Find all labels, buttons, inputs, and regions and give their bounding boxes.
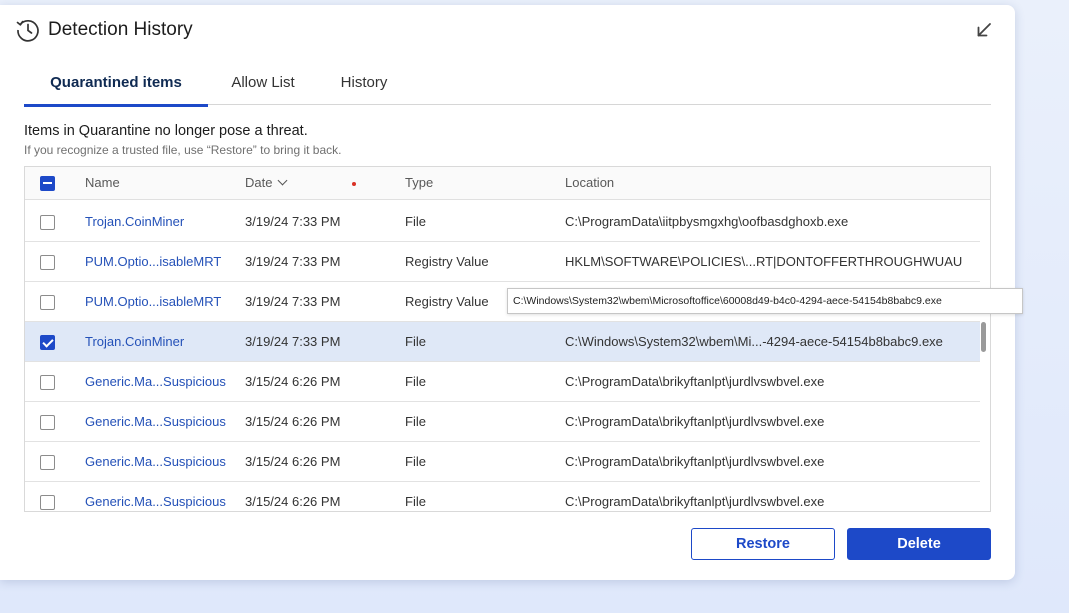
chevron-down-icon	[278, 175, 288, 186]
row-checkbox[interactable]	[40, 415, 55, 430]
location-tooltip: C:\Windows\System32\wbem\Microsoftoffice…	[507, 288, 1023, 314]
detection-date: 3/15/24 6:26 PM	[245, 494, 341, 509]
threat-type: File	[405, 374, 426, 389]
threat-location: C:\ProgramData\brikyftanlpt\jurdlvswbvel…	[565, 414, 825, 429]
select-all-checkbox[interactable]	[40, 176, 55, 191]
tab-allow-list[interactable]: Allow List	[220, 63, 306, 105]
quarantine-info-text: Items in Quarantine no longer pose a thr…	[24, 123, 308, 139]
threat-type: File	[405, 414, 426, 429]
threat-type: File	[405, 214, 426, 229]
threat-name-link[interactable]: Generic.Ma...Suspicious	[85, 402, 226, 442]
title-bar: Detection History	[0, 5, 1015, 55]
threat-type: File	[405, 494, 426, 509]
table-row-selected[interactable]: Trojan.CoinMiner 3/19/24 7:33 PM File C:…	[25, 322, 980, 362]
table-header: Name Date Type Location	[25, 167, 990, 200]
threat-name-link[interactable]: PUM.Optio...isableMRT	[85, 242, 221, 282]
row-checkbox[interactable]	[40, 375, 55, 390]
row-checkbox[interactable]	[40, 255, 55, 270]
threat-location: C:\ProgramData\brikyftanlpt\jurdlvswbvel…	[565, 494, 825, 509]
restore-button[interactable]: Restore	[691, 528, 835, 560]
threat-type: Registry Value	[405, 294, 489, 309]
quarantine-table: Name Date Type Location Trojan.CoinMiner…	[24, 166, 991, 512]
column-header-name[interactable]: Name	[85, 167, 120, 199]
threat-name-link[interactable]: Generic.Ma...Suspicious	[85, 482, 226, 511]
table-row[interactable]: Trojan.CoinMiner 3/19/24 7:33 PM File C:…	[25, 202, 980, 242]
detection-date: 3/15/24 6:26 PM	[245, 454, 341, 469]
threat-location: C:\ProgramData\brikyftanlpt\jurdlvswbvel…	[565, 374, 825, 389]
row-checkbox-checked[interactable]	[40, 335, 55, 350]
table-row[interactable]: Generic.Ma...Suspicious 3/15/24 6:26 PM …	[25, 362, 980, 402]
row-checkbox[interactable]	[40, 455, 55, 470]
row-checkbox[interactable]	[40, 215, 55, 230]
threat-name-link[interactable]: PUM.Optio...isableMRT	[85, 282, 221, 322]
threat-name-link[interactable]: Generic.Ma...Suspicious	[85, 362, 226, 402]
table-scrollbar[interactable]	[981, 322, 986, 352]
detection-date: 3/19/24 7:33 PM	[245, 294, 341, 309]
threat-name-link[interactable]: Trojan.CoinMiner	[85, 202, 184, 242]
threat-location: C:\ProgramData\brikyftanlpt\jurdlvswbvel…	[565, 454, 825, 469]
table-row[interactable]: Generic.Ma...Suspicious 3/15/24 6:26 PM …	[25, 482, 980, 511]
threat-location: C:\Windows\System32\wbem\Mi...-4294-aece…	[565, 334, 943, 349]
quarantine-hint-text: If you recognize a trusted file, use “Re…	[24, 143, 342, 157]
threat-type: File	[405, 334, 426, 349]
table-row[interactable]: PUM.Optio...isableMRT 3/19/24 7:33 PM Re…	[25, 242, 980, 282]
tab-history[interactable]: History	[330, 63, 398, 105]
detection-date: 3/19/24 7:33 PM	[245, 254, 341, 269]
table-row[interactable]: Generic.Ma...Suspicious 3/15/24 6:26 PM …	[25, 442, 980, 482]
history-clock-icon	[16, 20, 39, 42]
column-header-date-label: Date	[245, 175, 273, 190]
row-checkbox[interactable]	[40, 495, 55, 510]
column-header-date[interactable]: Date	[245, 167, 288, 199]
threat-location: C:\ProgramData\iitpbysmgxhg\oofbasdghoxb…	[565, 214, 849, 229]
detection-date: 3/19/24 7:33 PM	[245, 214, 341, 229]
delete-button[interactable]: Delete	[847, 528, 991, 560]
row-checkbox[interactable]	[40, 295, 55, 310]
threat-type: Registry Value	[405, 254, 489, 269]
sort-indicator-dot	[352, 182, 356, 186]
detection-date: 3/15/24 6:26 PM	[245, 414, 341, 429]
threat-location: HKLM\SOFTWARE\POLICIES\...RT|DONTOFFERTH…	[565, 254, 963, 269]
threat-name-link[interactable]: Generic.Ma...Suspicious	[85, 442, 226, 482]
page-title: Detection History	[48, 19, 193, 40]
column-header-location[interactable]: Location	[565, 167, 614, 199]
tab-quarantined-items[interactable]: Quarantined items	[24, 63, 208, 107]
detection-date: 3/15/24 6:26 PM	[245, 374, 341, 389]
tab-bar: Quarantined items Allow List History	[24, 63, 991, 107]
detection-date: 3/19/24 7:33 PM	[245, 334, 341, 349]
arrow-down-left-icon[interactable]	[974, 20, 994, 40]
threat-name-link[interactable]: Trojan.CoinMiner	[85, 322, 184, 362]
column-header-type[interactable]: Type	[405, 167, 433, 199]
threat-type: File	[405, 454, 426, 469]
table-row[interactable]: Generic.Ma...Suspicious 3/15/24 6:26 PM …	[25, 402, 980, 442]
table-body: Trojan.CoinMiner 3/19/24 7:33 PM File C:…	[25, 202, 980, 511]
